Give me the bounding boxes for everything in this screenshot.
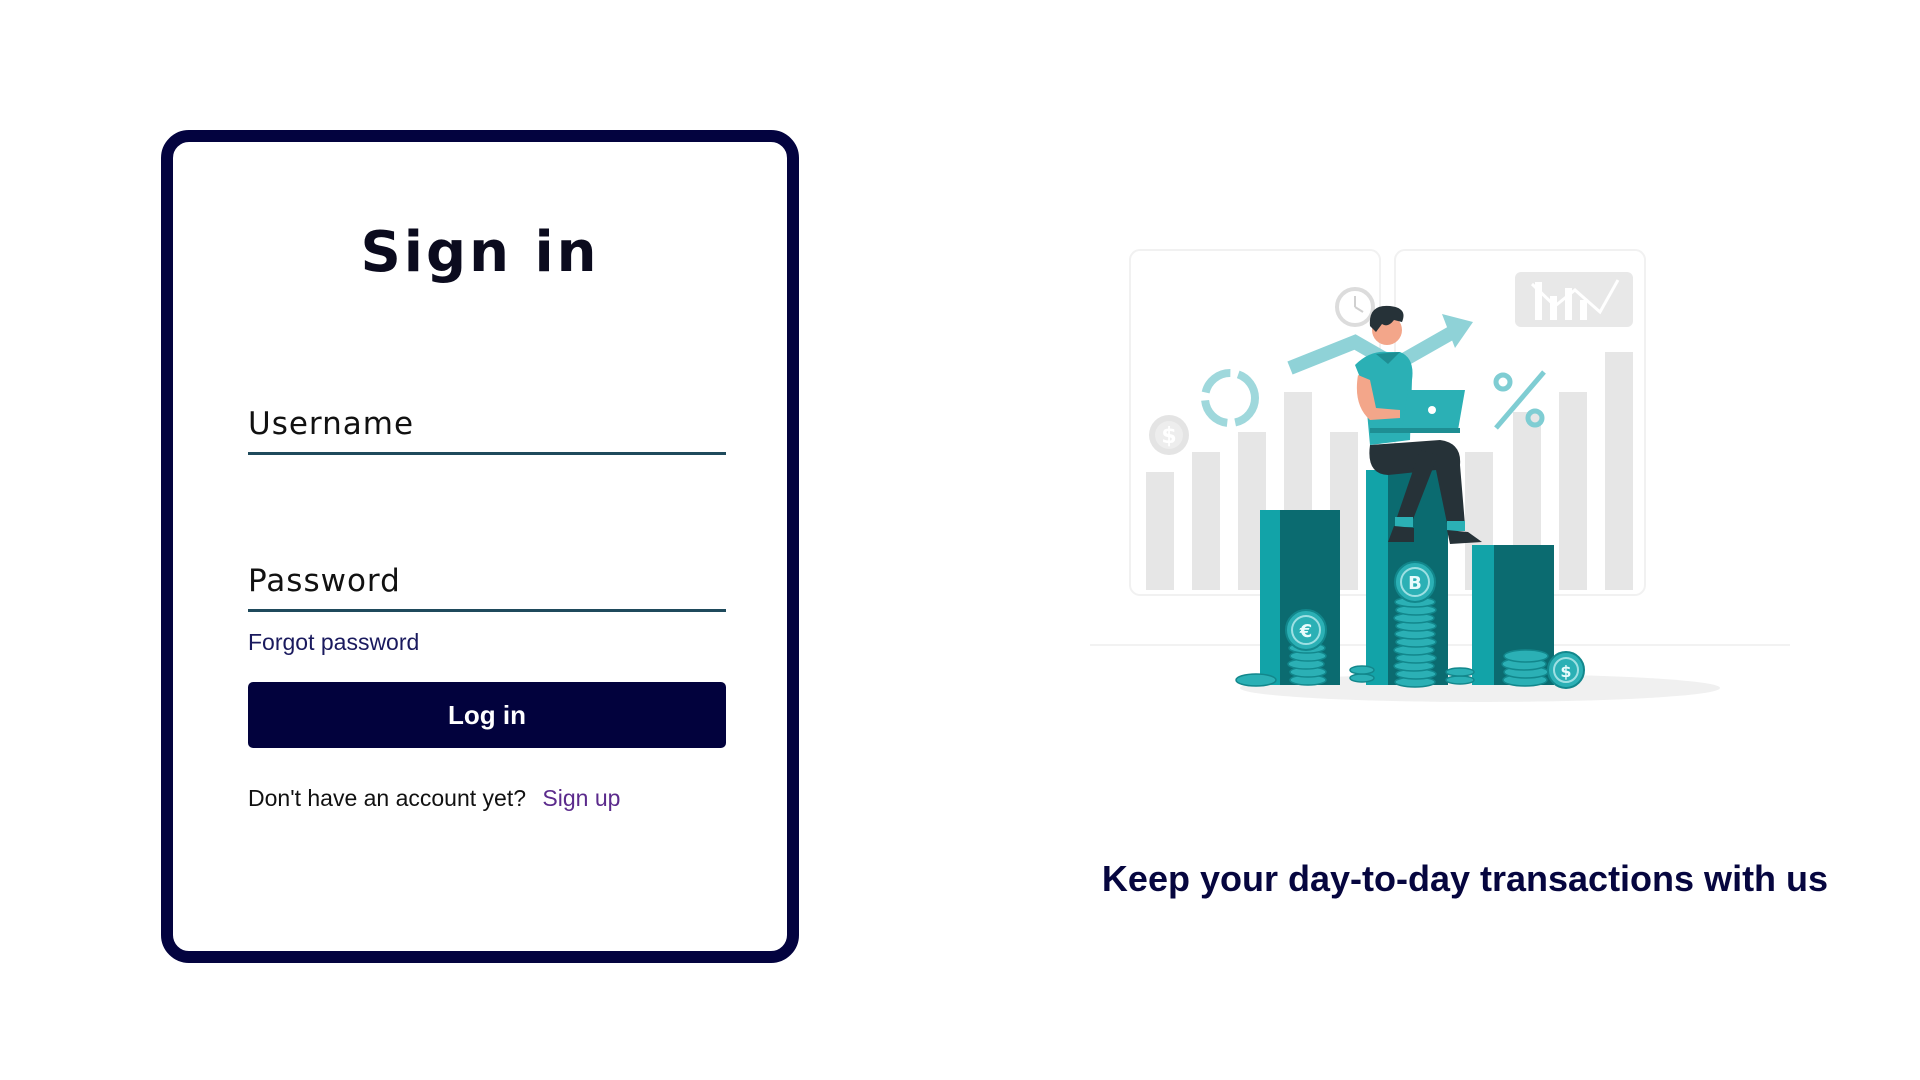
svg-text:$: $ (1161, 424, 1176, 449)
bitcoin-coin-icon: B (1394, 561, 1436, 603)
bar-chart-icon (1515, 272, 1633, 327)
no-account-text: Don't have an account yet? (248, 785, 527, 811)
password-input[interactable] (248, 563, 726, 599)
forgot-password-link[interactable]: Forgot password (248, 629, 419, 656)
dollar-coin-icon: $ (1149, 415, 1189, 455)
signup-link[interactable]: Sign up (542, 785, 620, 811)
password-field-wrapper (248, 549, 726, 612)
finance-illustration: $ € B $ (1090, 249, 1790, 702)
svg-text:B: B (1408, 573, 1422, 594)
euro-coin-icon: € (1285, 609, 1327, 651)
username-field-wrapper (248, 392, 726, 455)
username-input[interactable] (248, 406, 726, 442)
signup-row: Don't have an account yet? Sign up (248, 785, 620, 812)
svg-text:$: $ (1560, 662, 1571, 681)
laptop-icon (1370, 428, 1460, 433)
login-button[interactable]: Log in (248, 682, 726, 748)
tagline: Keep your day-to-day transactions with u… (1101, 858, 1829, 899)
signin-card: Sign in Forgot password Log in Don't hav… (161, 130, 799, 963)
dollar-coin-teal-icon: $ (1547, 651, 1585, 689)
login-page: Sign in Forgot password Log in Don't hav… (0, 0, 1920, 1080)
clock-icon (1335, 287, 1375, 327)
svg-text:€: € (1299, 621, 1313, 642)
page-title: Sign in (360, 220, 600, 285)
